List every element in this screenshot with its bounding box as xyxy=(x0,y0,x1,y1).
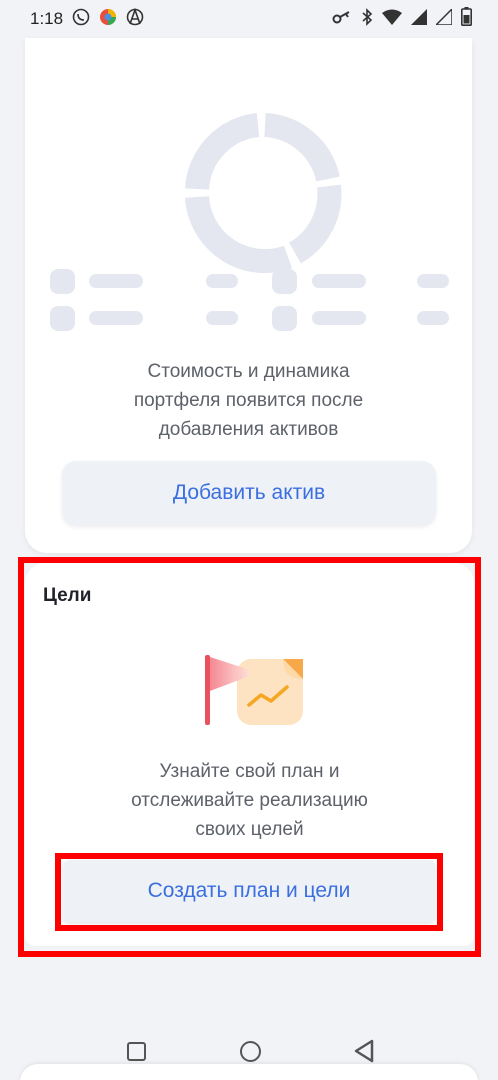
bottom-tab-bar-edge xyxy=(20,1064,478,1080)
signal-icon xyxy=(434,6,453,30)
battery-icon xyxy=(461,7,472,31)
skeleton-block xyxy=(312,274,366,288)
add-asset-button[interactable]: Добавить актив xyxy=(62,461,436,525)
skeleton-block xyxy=(272,306,297,331)
portfolio-empty-line: Стоимость и динамика xyxy=(147,361,350,382)
goals-description-line: Узнайте свой план и xyxy=(159,761,340,782)
portfolio-empty-text: Стоимость и динамика портфеля появится п… xyxy=(25,357,472,444)
skeleton-block xyxy=(272,269,297,294)
whatsapp-icon xyxy=(72,8,90,30)
skeleton-block xyxy=(89,274,143,288)
circle-nav-icon[interactable] xyxy=(240,1041,261,1062)
skeleton-block xyxy=(206,311,238,325)
key-icon xyxy=(332,9,352,29)
square-nav-icon[interactable] xyxy=(127,1042,146,1061)
skeleton-block xyxy=(89,311,143,325)
anarchy-icon xyxy=(126,7,144,30)
skeleton-block xyxy=(417,311,449,325)
signal-icon xyxy=(411,8,427,30)
create-plan-button[interactable]: Создать план и цели xyxy=(63,860,435,922)
goals-title: Цели xyxy=(43,585,92,606)
skeleton-block xyxy=(206,274,238,288)
wifi-icon xyxy=(382,9,402,30)
skeleton-block xyxy=(50,269,75,294)
goals-description-line: своих целей xyxy=(195,819,304,840)
portfolio-empty-line: портфеля появится после xyxy=(133,390,364,411)
triangle-nav-icon[interactable] xyxy=(353,1039,375,1063)
portfolio-empty-line: добавления активов xyxy=(158,419,339,440)
color-circle-icon xyxy=(99,8,117,30)
bluetooth-icon xyxy=(361,7,373,31)
status-right xyxy=(332,6,472,31)
goals-description: Узнайте свой план и отслеживайте реализа… xyxy=(25,757,474,844)
status-time: 1:18 xyxy=(30,9,64,28)
status-bar: 1:18 xyxy=(0,0,498,38)
skeleton-block xyxy=(312,311,366,325)
skeleton-block xyxy=(50,306,75,331)
flag-chart-illustration xyxy=(205,655,303,725)
portfolio-card: Стоимость и динамика портфеля появится п… xyxy=(25,38,472,553)
skeleton-block xyxy=(417,274,449,288)
status-left: 1:18 xyxy=(30,7,144,30)
portfolio-donut-placeholder xyxy=(185,113,342,273)
goals-description-line: отслеживайте реализацию xyxy=(131,790,368,811)
